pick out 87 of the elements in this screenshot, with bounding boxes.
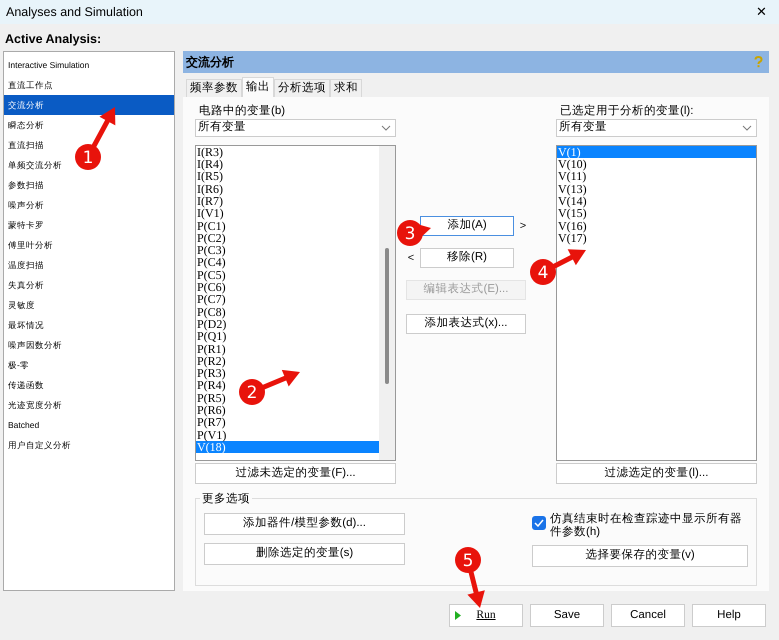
footer-button[interactable]: Cancel [611, 604, 685, 627]
variable-item[interactable]: I(R3) [196, 146, 223, 158]
action-button[interactable]: 添加表达式(x)... [406, 314, 526, 334]
analysis-item[interactable]: 直流工作点 [4, 74, 174, 95]
list-label: 已选定用于分析的变量(l): [559, 103, 694, 119]
analysis-item[interactable]: 最坏情况 [4, 314, 174, 335]
filter-dropdown[interactable]: 所有变量 [556, 118, 757, 137]
arrow-label: > [518, 218, 528, 234]
analysis-item[interactable]: 傅里叶分析 [4, 234, 174, 255]
analysis-item[interactable]: 瞬态分析 [4, 114, 174, 135]
variable-item[interactable]: I(R7) [196, 194, 223, 208]
run-button[interactable]: Run [449, 604, 523, 627]
variable-item[interactable]: P(D2) [196, 318, 226, 330]
analysis-item[interactable]: 光迹宽度分析 [4, 394, 174, 415]
close-button[interactable]: ✕ [750, 2, 773, 22]
variable-item[interactable]: I(R6) [196, 182, 223, 195]
step-badge: 2 [239, 379, 265, 405]
checkbox[interactable] [532, 516, 546, 530]
variable-item[interactable]: P(V1) [196, 428, 226, 441]
select-saved-variables-button[interactable]: 选择要保存的变量(v) [532, 544, 748, 567]
analysis-item[interactable]: 灵敏度 [4, 294, 174, 315]
play-icon [455, 610, 461, 620]
variable-item[interactable]: V(16) [557, 220, 587, 232]
variable-item[interactable]: P(C3) [196, 244, 226, 256]
analysis-item[interactable]: 用户自定义分析 [4, 434, 174, 455]
arrow-label: < [406, 250, 416, 266]
footer-button[interactable]: Save [530, 604, 604, 627]
analysis-item[interactable]: 噪声分析 [4, 194, 174, 215]
list-label: 电路中的变量(b) [198, 103, 286, 119]
scrollbar[interactable] [379, 146, 395, 460]
variable-item[interactable]: P(C4) [196, 256, 226, 269]
variable-item[interactable]: P(R4) [196, 379, 226, 392]
analysis-item[interactable]: 传递函数 [4, 374, 174, 395]
variable-item[interactable]: P(C7) [196, 293, 226, 306]
variable-item[interactable]: P(C1) [196, 220, 226, 232]
variable-item[interactable]: V(17) [557, 232, 587, 244]
variable-item[interactable]: V(11) [557, 170, 586, 183]
action-button[interactable]: 移除(R) [420, 248, 514, 268]
variable-item[interactable]: V(10) [557, 158, 587, 170]
variable-item[interactable]: I(R5) [196, 170, 223, 183]
tab[interactable]: 分析选项 [274, 78, 330, 97]
variable-item[interactable]: P(C5) [196, 268, 226, 282]
tab[interactable]: 频率参数 [186, 78, 242, 97]
variable-item[interactable]: P(R3) [196, 367, 226, 380]
variable-item[interactable]: V(1) [557, 146, 756, 158]
checkbox-label: 仿真结束时在检查踪迹中显示所有器件参数(h) [550, 512, 743, 540]
tab[interactable]: 输出 [242, 76, 274, 97]
variable-item[interactable]: V(18) [196, 440, 379, 454]
variable-item[interactable]: P(R2) [196, 354, 226, 368]
filter-unselected-button[interactable]: 过滤未选定的变量(F)... [195, 462, 396, 484]
footer-button[interactable]: Help [692, 604, 766, 627]
analysis-item[interactable]: 极-零 [4, 354, 174, 375]
variable-item[interactable]: V(14) [557, 194, 587, 208]
variable-item[interactable]: I(V1) [196, 207, 224, 220]
analysis-item[interactable]: 参数扫描 [4, 174, 174, 195]
filter-dropdown[interactable]: 所有变量 [195, 118, 396, 137]
analysis-item[interactable]: 噪声因数分析 [4, 334, 174, 355]
analysis-item[interactable]: 蒙特卡罗 [4, 214, 174, 235]
variable-item[interactable]: P(Q1) [196, 330, 226, 342]
chevron-down-icon [742, 124, 752, 131]
window-title: Analyses and Simulation [6, 4, 143, 21]
chevron-down-icon [381, 124, 391, 131]
variable-item[interactable]: P(C6) [196, 281, 226, 294]
variable-item[interactable]: P(C8) [196, 306, 226, 318]
section-title: Active Analysis: [4, 31, 102, 48]
option-button[interactable]: 删除选定的变量(s) [204, 542, 405, 565]
variable-item[interactable]: V(13) [557, 182, 587, 195]
tab[interactable]: 求和 [330, 78, 362, 97]
analysis-item[interactable]: 交流分析 [4, 94, 174, 115]
variable-item[interactable]: I(R4) [196, 158, 223, 170]
variable-item[interactable]: V(15) [557, 207, 587, 220]
variable-item[interactable]: P(C2) [196, 232, 226, 244]
variable-item[interactable]: P(R7) [196, 416, 226, 429]
option-button[interactable]: 添加器件/模型参数(d)... [204, 512, 405, 535]
variable-item[interactable]: P(R6) [196, 404, 226, 416]
variable-item[interactable]: P(R1) [196, 342, 226, 355]
analysis-item[interactable]: Interactive Simulation [4, 54, 174, 75]
filter-selected-button[interactable]: 过滤选定的变量(l)... [556, 462, 757, 484]
analysis-item[interactable]: Batched [4, 414, 174, 435]
step-badge: 4 [530, 259, 556, 285]
analysis-item[interactable]: 温度扫描 [4, 254, 174, 275]
analysis-item[interactable]: 失真分析 [4, 274, 174, 295]
action-button[interactable]: 添加(A) [420, 216, 514, 236]
step-badge: 1 [75, 144, 101, 170]
panel-title: 交流分析 [186, 54, 234, 71]
step-badge: 5 [455, 547, 481, 573]
variable-item[interactable]: P(R5) [196, 392, 226, 404]
